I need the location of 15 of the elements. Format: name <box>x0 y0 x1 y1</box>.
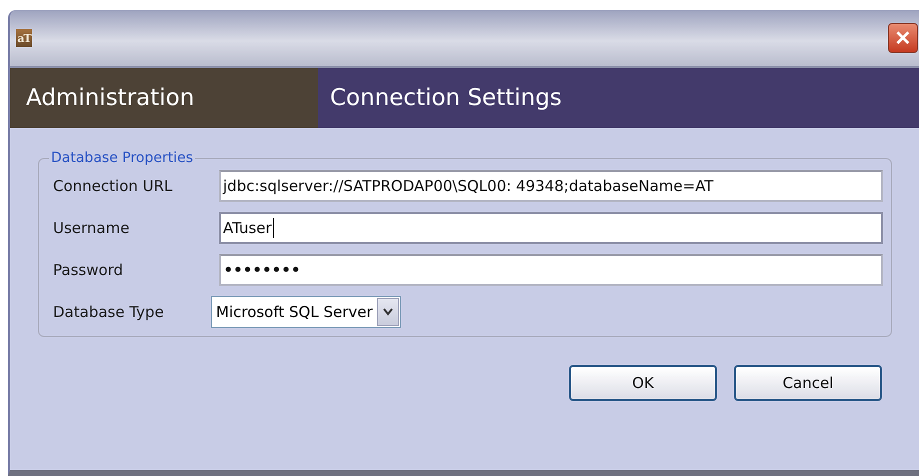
field-label: Database Type <box>53 303 165 321</box>
close-button[interactable]: ✕ <box>888 23 918 53</box>
input-field[interactable]: ATuser <box>219 212 883 244</box>
ok-button[interactable]: OK <box>569 365 717 401</box>
cancel-button[interactable]: Cancel <box>734 365 882 401</box>
field-label: Password <box>53 261 124 279</box>
header-section: Connection Settings <box>318 68 919 128</box>
group-title: Database Properties <box>50 150 194 166</box>
field-label: Connection URL <box>53 177 174 195</box>
password-field[interactable]: •••••••• <box>219 254 883 286</box>
field-label: Username <box>53 219 130 237</box>
app-icon: aT <box>16 29 32 47</box>
database-type-dropdown[interactable]: Microsoft SQL Server <box>211 296 401 328</box>
header-section: Administration <box>10 68 318 128</box>
input-field[interactable]: jdbc:sqlserver://SATPRODAP00\SQL00: 49348;databaseName=AT <box>219 170 883 202</box>
